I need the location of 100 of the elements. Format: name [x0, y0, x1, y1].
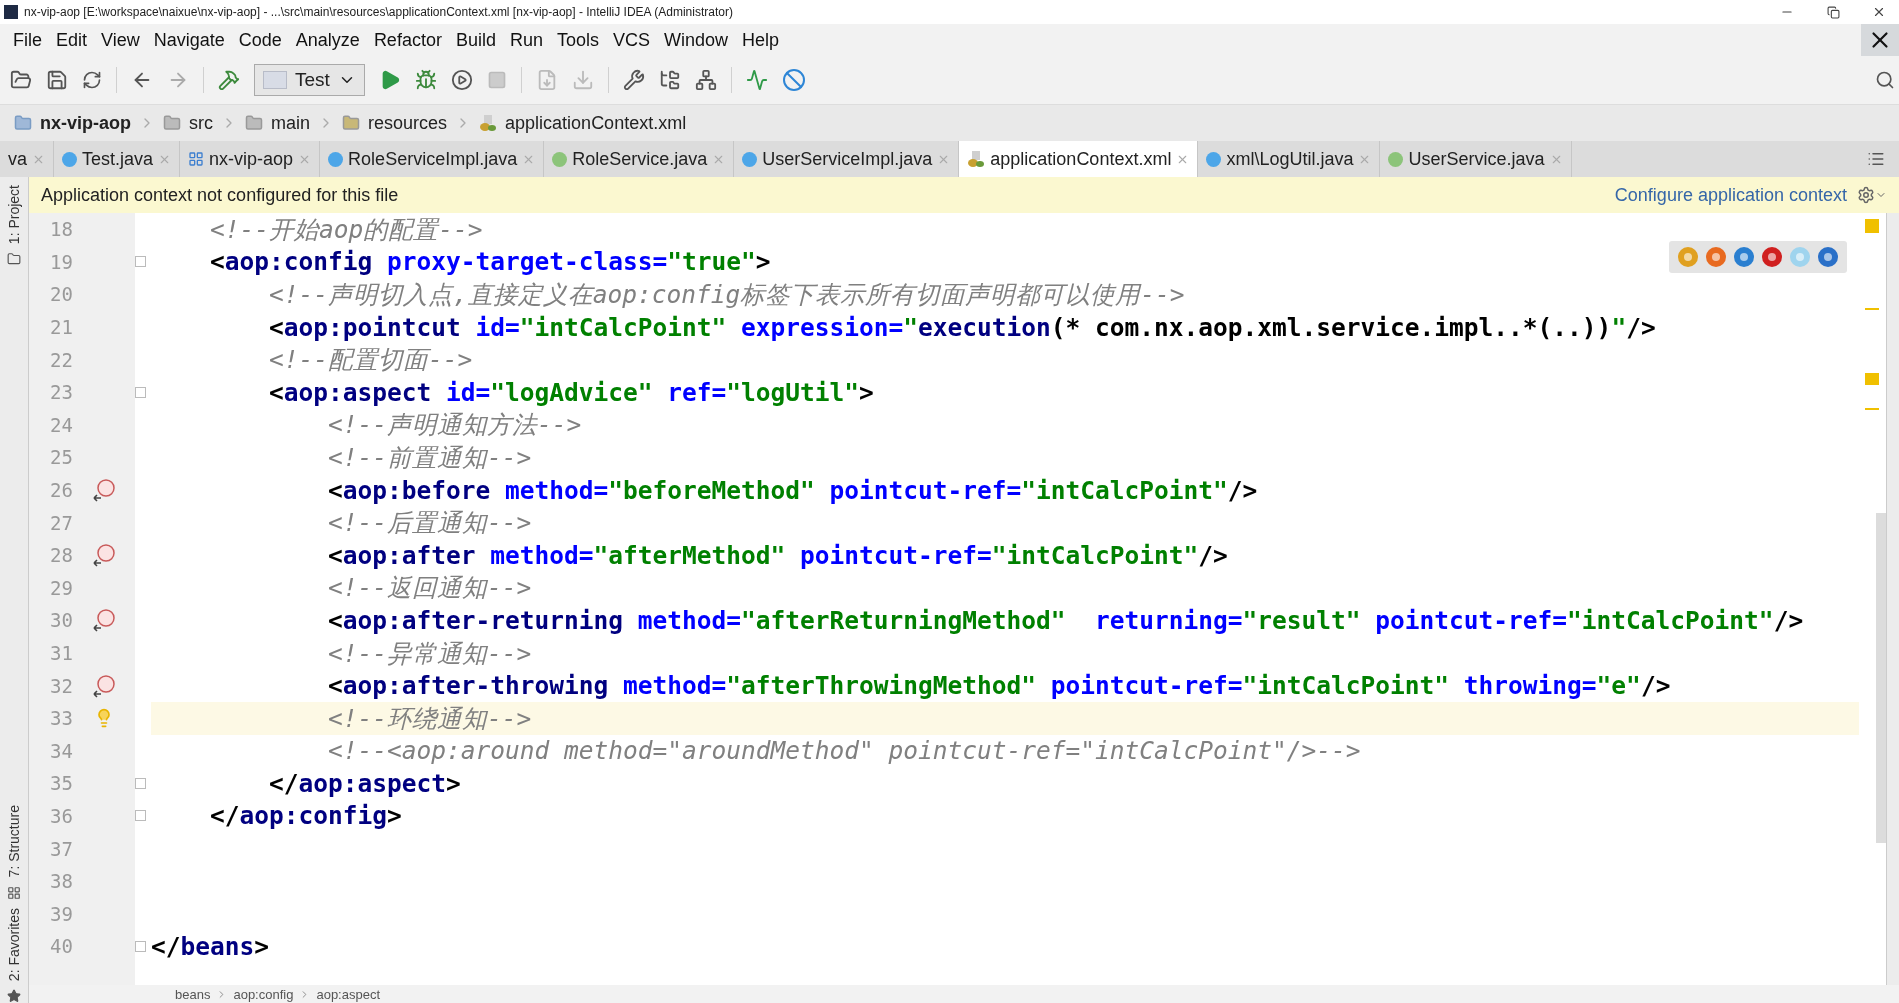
config-icon	[263, 71, 287, 89]
line-number: 24	[49, 413, 73, 436]
class-file-icon	[328, 151, 344, 167]
code-line: <aop:pointcut id="intCalcPoint" expression="execution(* com.nx.aop.xml.service.impl..*(..))"/>	[268, 312, 1656, 342]
xml-file-icon	[967, 150, 986, 168]
class-file-icon	[62, 151, 77, 167]
restore-icon[interactable]	[1826, 5, 1840, 19]
path-item[interactable]: aop:aspect	[316, 986, 381, 1002]
configure-link[interactable]: Configure application context	[1614, 184, 1847, 206]
menu-item[interactable]: VCS	[606, 29, 657, 51]
method-marker-icon[interactable]	[91, 673, 117, 698]
code-line: <!--<aop:around method="aroundMethod" pointcut-ref="intCalcPoint"/>-->	[327, 736, 1361, 766]
search-icon[interactable]	[1875, 70, 1895, 90]
browser-icon[interactable]	[1761, 246, 1783, 268]
ban-icon[interactable]	[781, 68, 806, 92]
code-editor[interactable]	[29, 213, 1859, 985]
fold-marker[interactable]	[135, 256, 146, 268]
run-config-dropdown[interactable]: Test	[254, 64, 365, 96]
download-icon[interactable]	[571, 69, 594, 91]
breadcrumb-item[interactable]: applicationContext.xml	[505, 112, 687, 134]
coverage-icon[interactable]	[450, 69, 473, 91]
menu-item[interactable]: Tools	[549, 29, 606, 51]
save-icon[interactable]	[46, 69, 68, 91]
breadcrumb-item[interactable]: main	[271, 112, 311, 134]
menu-item[interactable]: View	[94, 29, 147, 51]
line-number: 35	[49, 772, 73, 795]
class-file-icon	[1206, 151, 1222, 167]
line-number: 34	[49, 739, 73, 762]
menu-item[interactable]: Run	[502, 29, 550, 51]
browser-icon[interactable]	[1705, 246, 1727, 268]
folder-tree-icon[interactable]	[658, 69, 681, 91]
menu-item[interactable]: Analyze	[288, 29, 367, 51]
line-number: 36	[49, 805, 73, 827]
code-line: <aop:after-returning method="afterReturningMethod" returning="result" pointcut-ref="intCalcPoint"/>	[327, 605, 1804, 635]
tool-window-tab[interactable]: 7: Structure	[6, 805, 22, 878]
open-folder-icon[interactable]	[10, 69, 32, 91]
editor-tab[interactable]: applicationContext.xml	[959, 141, 1199, 177]
menu-item[interactable]: Edit	[49, 29, 95, 51]
hammer-icon[interactable]	[218, 69, 240, 91]
interface-file-icon	[552, 151, 568, 167]
path-item[interactable]: beans	[175, 986, 211, 1002]
line-number: 38	[49, 870, 73, 893]
line-number: 29	[49, 576, 73, 599]
method-marker-icon[interactable]	[91, 543, 117, 568]
line-number: 25	[49, 446, 73, 469]
method-marker-icon[interactable]	[91, 478, 117, 503]
interface-file-icon	[1388, 151, 1404, 167]
code-line: </aop:config>	[209, 801, 402, 831]
stop-icon[interactable]	[486, 70, 507, 90]
line-number: 40	[49, 935, 73, 958]
fold-marker[interactable]	[135, 940, 146, 952]
warning-marker[interactable]	[1865, 408, 1879, 410]
breadcrumb-item[interactable]: nx-vip-aop	[40, 112, 131, 134]
menu-item[interactable]: Code	[231, 29, 289, 51]
menu-item[interactable]: Build	[448, 29, 503, 51]
tool-window-tab[interactable]: 2: Favorites	[6, 907, 22, 981]
code-line: <!--异常通知-->	[327, 637, 532, 670]
code-line: <!--后置通知-->	[327, 507, 532, 540]
method-marker-icon[interactable]	[91, 608, 117, 633]
code-line: <!--环绕通知-->	[327, 702, 532, 735]
banner-message: Application context not configured for this file	[41, 184, 399, 206]
scrollbar-thumb[interactable]	[1876, 513, 1886, 843]
debug-icon[interactable]	[414, 69, 437, 91]
menu-item[interactable]: File	[6, 29, 49, 51]
tool-window-tab[interactable]: 1: Project	[6, 185, 22, 245]
close-button[interactable]	[1861, 24, 1899, 56]
code-line: <aop:after-throwing method="afterThrowingMethod" pointcut-ref="intCalcPoint" throwing="e"/>	[327, 671, 1671, 701]
warning-marker[interactable]	[1865, 373, 1879, 385]
code-line: <!--声明切入点,直接定义在aop:config标签下表示所有切面声明都可以使用-->	[268, 279, 1185, 311]
fold-marker[interactable]	[135, 777, 146, 789]
menu-item[interactable]: Window	[657, 29, 736, 51]
code-line: <aop:before method="beforeMethod" pointcut-ref="intCalcPoint"/>	[327, 475, 1258, 505]
line-number: 22	[49, 348, 73, 371]
browser-icon[interactable]	[1677, 246, 1699, 268]
line-number: 23	[49, 381, 73, 404]
warning-marker[interactable]	[1865, 219, 1879, 233]
activity-icon[interactable]	[745, 69, 768, 91]
breadcrumb-item[interactable]: resources	[368, 112, 448, 134]
browser-icon[interactable]	[1733, 246, 1755, 268]
settings-icon[interactable]	[1857, 186, 1875, 204]
refresh-icon[interactable]	[82, 70, 102, 90]
line-number: 20	[49, 283, 73, 306]
xml-file-icon	[479, 114, 498, 132]
menu-item[interactable]: Help	[735, 29, 787, 51]
network-icon[interactable]	[694, 69, 717, 91]
line-number: 18	[49, 218, 73, 241]
fold-marker[interactable]	[135, 386, 146, 398]
menu-item[interactable]: Navigate	[146, 29, 232, 51]
wrench-icon[interactable]	[622, 69, 645, 91]
breadcrumb-item[interactable]: src	[189, 112, 213, 134]
browser-icon[interactable]	[1817, 246, 1839, 268]
line-number: 37	[49, 837, 73, 860]
path-item[interactable]: aop:config	[233, 986, 294, 1002]
menu-item[interactable]: Refactor	[366, 29, 449, 51]
close-icon[interactable]	[1872, 5, 1886, 19]
structure-icon	[7, 885, 21, 900]
tab-list-icon[interactable]	[1867, 150, 1885, 168]
fold-marker[interactable]	[135, 810, 146, 822]
warning-marker[interactable]	[1865, 308, 1879, 310]
code-line: </aop:aspect>	[268, 768, 461, 798]
